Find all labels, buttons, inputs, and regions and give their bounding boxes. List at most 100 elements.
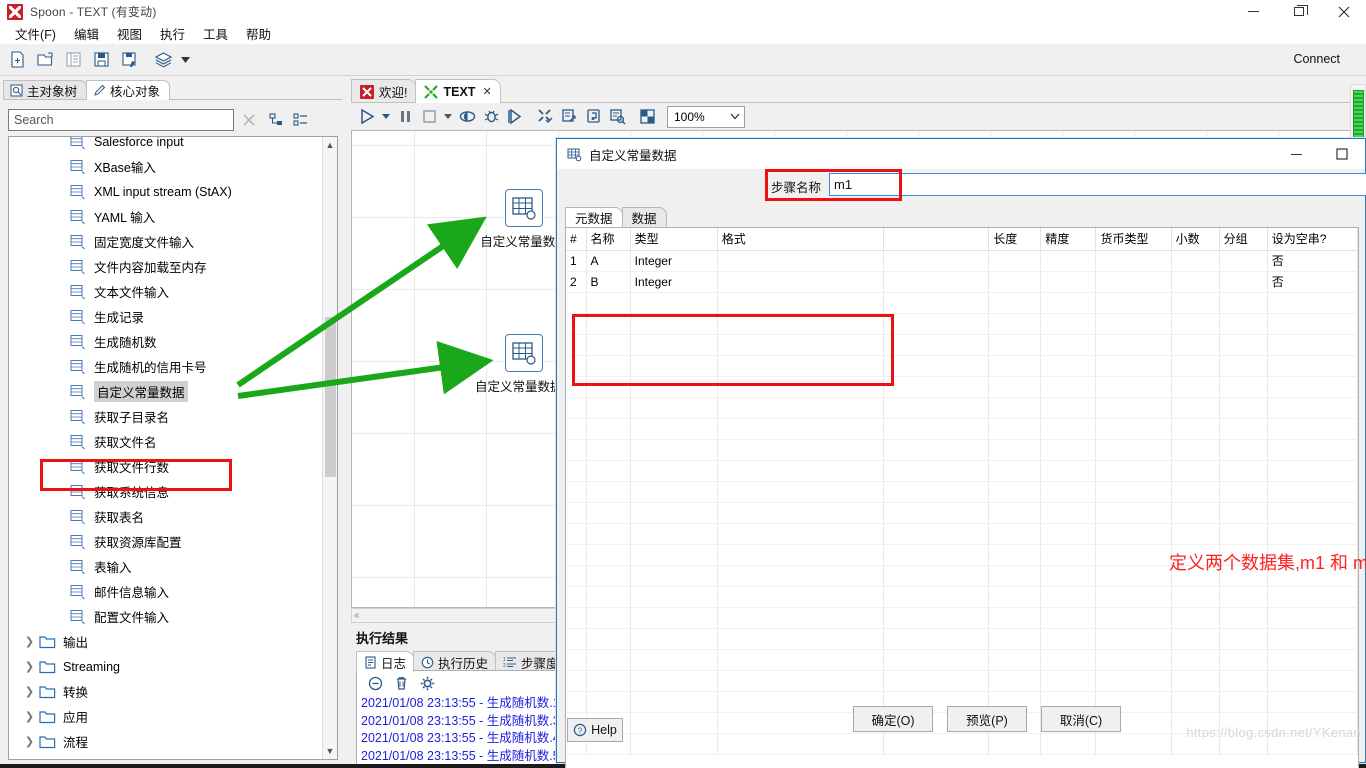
table-cell[interactable] <box>1219 376 1268 398</box>
table-cell[interactable] <box>566 670 587 692</box>
table-cell[interactable] <box>1171 460 1220 482</box>
table-cell[interactable] <box>1095 376 1172 398</box>
table-cell[interactable] <box>630 439 718 461</box>
table-row-empty[interactable] <box>566 397 1358 419</box>
table-cell[interactable] <box>1095 313 1172 335</box>
chevron-right-icon[interactable]: ❯ <box>21 685 38 698</box>
tab-welcome[interactable]: 欢迎! <box>351 79 417 103</box>
table-cell[interactable] <box>1171 502 1220 524</box>
verify-icon[interactable] <box>533 105 557 129</box>
table-row-empty[interactable] <box>566 355 1358 377</box>
table-cell[interactable] <box>883 607 990 629</box>
table-cell[interactable] <box>566 544 587 566</box>
table-row-empty[interactable] <box>566 649 1358 671</box>
menu-edit[interactable]: 编辑 <box>65 22 108 45</box>
minimize-icon[interactable] <box>1231 0 1276 23</box>
table-cell[interactable] <box>630 649 718 671</box>
sidebar-item-folder[interactable]: ❯ 流程 <box>9 729 322 754</box>
table-cell[interactable] <box>717 418 885 440</box>
table-column-header[interactable] <box>883 228 990 251</box>
sidebar-item-step[interactable]: 获取系统信息 <box>9 479 322 504</box>
table-cell[interactable] <box>883 313 990 335</box>
table-cell[interactable] <box>1095 418 1172 440</box>
table-cell[interactable]: Integer <box>630 250 718 272</box>
scroll-left-icon[interactable]: « <box>354 610 360 621</box>
table-row-empty[interactable] <box>566 376 1358 398</box>
table-row-empty[interactable] <box>566 607 1358 629</box>
step-tree[interactable]: Salesforce input XBase输入 XML input stream … <box>8 136 338 760</box>
table-cell[interactable] <box>988 334 1042 356</box>
sidebar-item-step[interactable]: XML input stream (StAX) <box>9 179 322 204</box>
impact-icon[interactable] <box>581 105 605 129</box>
sidebar-item-step[interactable]: 文本文件输入 <box>9 279 322 304</box>
table-cell[interactable] <box>566 418 587 440</box>
table-cell[interactable] <box>566 502 587 524</box>
table-cell[interactable] <box>717 313 885 335</box>
table-cell[interactable] <box>1095 670 1172 692</box>
trash-icon[interactable] <box>388 672 414 694</box>
table-cell[interactable] <box>1095 355 1172 377</box>
table-cell[interactable] <box>1040 250 1097 272</box>
table-column-header[interactable]: 精度 <box>1040 228 1097 251</box>
table-cell[interactable] <box>717 271 885 293</box>
table-cell[interactable] <box>1267 376 1358 398</box>
table-cell[interactable] <box>1219 523 1268 545</box>
gear-icon[interactable] <box>414 672 440 694</box>
table-cell[interactable]: B <box>586 271 631 293</box>
run-dropdown-caret[interactable] <box>379 105 393 129</box>
table-cell[interactable] <box>717 481 885 503</box>
table-cell[interactable] <box>883 460 990 482</box>
table-column-header[interactable]: 格式 <box>717 228 885 251</box>
table-cell[interactable] <box>586 502 631 524</box>
collapse-all-icon[interactable] <box>264 113 288 127</box>
table-cell[interactable] <box>1171 523 1220 545</box>
table-cell[interactable] <box>1040 376 1097 398</box>
table-cell[interactable] <box>1219 292 1268 314</box>
table-cell[interactable] <box>1040 439 1097 461</box>
table-cell[interactable] <box>1095 397 1172 419</box>
sidebar-item-step[interactable]: 生成随机数 <box>9 329 322 354</box>
table-cell[interactable] <box>1040 649 1097 671</box>
sidebar-item-step[interactable]: 自定义常量数据 <box>9 379 322 404</box>
preview-button[interactable]: 预览(P) <box>947 706 1027 732</box>
sidebar-item-step[interactable]: 获取文件行数 <box>9 454 322 479</box>
table-row-empty[interactable] <box>566 481 1358 503</box>
table-cell[interactable] <box>1040 460 1097 482</box>
open-folder-icon[interactable] <box>32 47 58 73</box>
table-cell[interactable] <box>586 544 631 566</box>
table-cell[interactable] <box>1219 271 1268 293</box>
table-cell[interactable] <box>883 439 990 461</box>
table-cell[interactable]: 否 <box>1267 250 1358 272</box>
caret-down-icon[interactable] <box>178 47 192 73</box>
table-cell[interactable] <box>883 376 990 398</box>
table-column-header[interactable]: 长度 <box>988 228 1042 251</box>
table-cell[interactable] <box>566 439 587 461</box>
sql-icon[interactable] <box>605 105 629 129</box>
table-cell[interactable] <box>1219 628 1268 650</box>
table-cell[interactable] <box>1095 649 1172 671</box>
table-cell[interactable] <box>630 376 718 398</box>
table-row-empty[interactable] <box>566 523 1358 545</box>
table-cell[interactable] <box>1219 397 1268 419</box>
table-cell[interactable] <box>586 565 631 587</box>
table-cell[interactable] <box>1267 397 1358 419</box>
preview-icon[interactable] <box>455 105 479 129</box>
table-cell[interactable] <box>566 607 587 629</box>
table-cell[interactable] <box>1171 376 1220 398</box>
table-column-header[interactable]: 设为空串? <box>1267 228 1358 251</box>
table-cell[interactable] <box>883 481 990 503</box>
sidebar-item-step[interactable]: 文件内容加载至内存 <box>9 254 322 279</box>
cancel-button[interactable]: 取消(C) <box>1041 706 1121 732</box>
table-cell[interactable] <box>717 439 885 461</box>
table-cell[interactable] <box>1267 418 1358 440</box>
chevron-right-icon[interactable]: ❯ <box>21 635 38 648</box>
table-cell[interactable] <box>717 334 885 356</box>
table-cell[interactable] <box>1267 292 1358 314</box>
table-cell[interactable] <box>566 523 587 545</box>
sidebar-item-step[interactable]: 表输入 <box>9 554 322 579</box>
tab-metadata[interactable]: 元数据 <box>565 207 623 227</box>
new-file-icon[interactable] <box>4 47 30 73</box>
table-cell[interactable] <box>717 649 885 671</box>
table-cell[interactable] <box>1171 292 1220 314</box>
table-cell[interactable] <box>717 397 885 419</box>
